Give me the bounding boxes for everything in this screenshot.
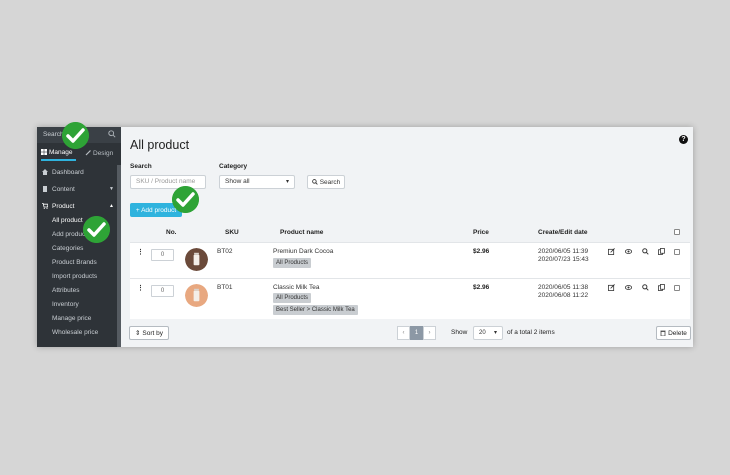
col-product-name: Product name (280, 229, 324, 236)
check-circle-icon (172, 186, 199, 213)
category-tag: All Products (273, 293, 312, 303)
sidebar-item-content[interactable]: Content ▼ (37, 182, 121, 196)
sidebar-item-product[interactable]: Product ▲ (37, 199, 121, 213)
tab-manage-label: Manage (49, 148, 73, 156)
drag-handle-icon[interactable]: ⋮ (137, 284, 144, 292)
search-icon[interactable] (642, 248, 649, 255)
col-sku: SKU (225, 229, 239, 236)
check-circle-icon (62, 122, 89, 149)
page-size-value: 20 (479, 330, 486, 336)
col-no: No. (166, 229, 177, 236)
sidebar-item-label: Dashboard (52, 168, 84, 176)
col-date: Create/Edit date (538, 229, 588, 236)
chevron-down-icon: ▼ (109, 186, 114, 192)
app-window: Search Manage Design Dashboard Content ▼ (37, 127, 693, 347)
edited-date: 2020/06/08 11:22 (538, 292, 589, 299)
category-tag: Best Seller > Classic Milk Tea (273, 305, 358, 315)
chevron-up-icon: ▲ (109, 203, 114, 209)
product-name[interactable]: Classic Milk Tea (273, 284, 319, 291)
sidebar-subitem-wholesale-price[interactable]: Wholesale price (37, 325, 121, 339)
help-icon[interactable]: ? (679, 135, 688, 144)
total-items-text: of a total 2 items (507, 329, 555, 336)
tab-design[interactable]: Design (85, 145, 113, 161)
show-label: Show (451, 329, 468, 336)
edit-icon[interactable] (608, 248, 615, 255)
tab-design-label: Design (93, 149, 114, 157)
search-input[interactable]: SKU / Product name (130, 175, 206, 189)
price-value: $2.96 (473, 284, 490, 291)
table-row[interactable]: ⋮ 0 BT01 Classic Milk Tea All Products B… (130, 278, 690, 319)
search-icon (108, 130, 116, 138)
sidebar-item-dashboard[interactable]: Dashboard (37, 165, 121, 179)
chevron-down-icon: ▾ (493, 330, 497, 336)
page-title: All product (130, 138, 190, 152)
document-icon (43, 186, 47, 192)
search-button[interactable]: Search (307, 175, 345, 189)
delete-label: Delete (668, 329, 687, 337)
price-value: $2.96 (473, 248, 490, 255)
created-date: 2020/06/05 11:38 (538, 284, 589, 291)
col-price: Price (473, 229, 489, 236)
search-icon[interactable] (642, 284, 649, 291)
brush-icon (85, 150, 91, 156)
pagination: ‹ 1 › (397, 326, 436, 340)
select-all-checkbox[interactable] (674, 229, 680, 235)
page-1-button[interactable]: 1 (410, 326, 423, 340)
row-checkbox[interactable] (674, 285, 680, 291)
prev-page-button[interactable]: ‹ (397, 326, 410, 340)
table-header: No. SKU Product name Price Create/Edit d… (130, 226, 690, 240)
edit-icon[interactable] (608, 284, 615, 291)
sidebar-subitem-manage-price[interactable]: Manage price (37, 311, 121, 325)
sort-icon: ⇕ (134, 330, 141, 337)
sku-value: BT01 (217, 284, 233, 291)
sidebar-subitem-import-products[interactable]: Import products (37, 269, 121, 283)
table-row[interactable]: ⋮ 0 BT02 Premiun Dark Cocoa All Products… (130, 242, 690, 278)
next-page-button[interactable]: › (423, 326, 436, 340)
search-label: Search (130, 163, 152, 170)
category-select-value: Show all (225, 178, 250, 185)
sort-by-label: Sort by (142, 329, 164, 337)
delete-button[interactable]: Delete (656, 326, 691, 340)
page-size-select[interactable]: 20 ▾ (473, 326, 503, 340)
search-button-label: Search (319, 178, 341, 186)
category-label: Category (219, 163, 248, 170)
sku-value: BT02 (217, 248, 233, 255)
product-thumbnail (185, 284, 208, 307)
check-circle-icon (83, 216, 110, 243)
main-content: All product ? Search SKU / Product name … (121, 127, 693, 347)
sidebar-subitem-inventory[interactable]: Inventory (37, 297, 121, 311)
category-tag: All Products (273, 258, 312, 268)
created-date: 2020/06/05 11:39 (538, 248, 589, 255)
copy-icon[interactable] (658, 284, 665, 291)
view-icon[interactable] (625, 284, 632, 291)
sidebar: Search Manage Design Dashboard Content ▼ (37, 127, 121, 347)
sidebar-search-label: Search (43, 131, 64, 138)
search-icon (311, 179, 318, 185)
sidebar-menu: Dashboard Content ▼ Product ▲ All produc… (37, 165, 121, 339)
sidebar-subitem-product-brands[interactable]: Product Brands (37, 255, 121, 269)
sidebar-item-label: Content (52, 185, 75, 193)
trash-icon (660, 330, 666, 336)
product-name[interactable]: Premiun Dark Cocoa (273, 248, 333, 255)
grid-icon (41, 149, 47, 155)
sidebar-subitem-attributes[interactable]: Attributes (37, 283, 121, 297)
view-icon[interactable] (625, 248, 632, 255)
cart-icon (42, 203, 48, 209)
drag-handle-icon[interactable]: ⋮ (137, 248, 144, 256)
sidebar-subitem-categories[interactable]: Categories (37, 241, 121, 255)
order-input[interactable]: 0 (151, 249, 174, 261)
home-icon (42, 169, 48, 175)
edited-date: 2020/07/23 15:43 (538, 256, 589, 263)
order-input[interactable]: 0 (151, 285, 174, 297)
row-checkbox[interactable] (674, 249, 680, 255)
product-thumbnail (185, 248, 208, 271)
chevron-down-icon: ▾ (285, 179, 289, 185)
copy-icon[interactable] (658, 248, 665, 255)
sidebar-item-label: Product (52, 202, 75, 210)
category-select[interactable]: Show all ▾ (219, 175, 295, 189)
sort-by-button[interactable]: ⇕ Sort by (129, 326, 169, 340)
